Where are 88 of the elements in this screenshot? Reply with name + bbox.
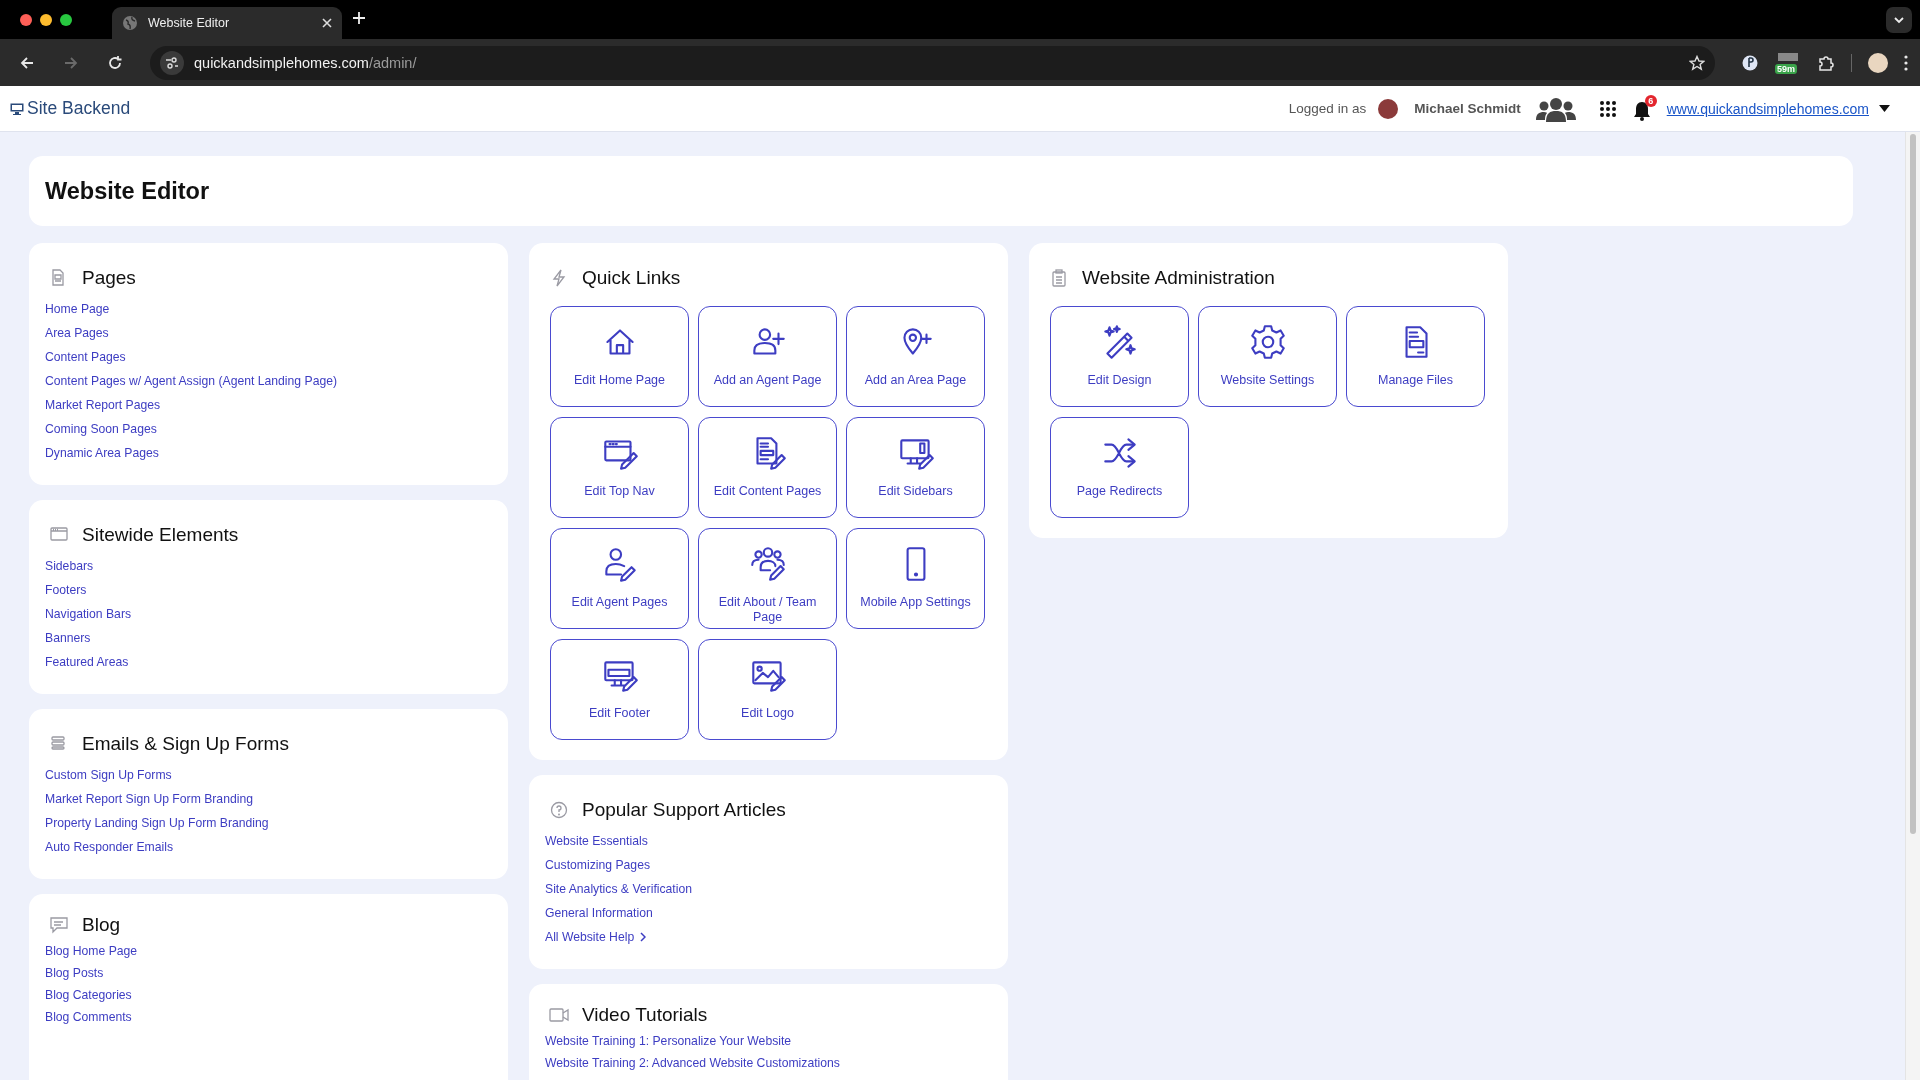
page-link[interactable]: Dynamic Area Pages bbox=[45, 441, 159, 465]
close-window-button[interactable] bbox=[20, 13, 32, 26]
tab-title: Website Editor bbox=[148, 16, 231, 30]
support-article-link[interactable]: Website Essentials bbox=[545, 829, 648, 853]
page-link[interactable]: Coming Soon Pages bbox=[45, 417, 157, 441]
admin-tile[interactable]: Manage Files bbox=[1346, 306, 1485, 407]
url-text: quickandsimplehomes.com/admin/ bbox=[194, 54, 418, 71]
maximize-window-button[interactable] bbox=[60, 13, 72, 26]
page-link[interactable]: Blog Categories bbox=[45, 984, 132, 1006]
quick-link-tile[interactable]: Edit About / Team Page bbox=[698, 528, 837, 629]
page-link[interactable]: Area Pages bbox=[45, 321, 109, 345]
chevron-right-icon bbox=[640, 932, 647, 942]
reload-icon bbox=[107, 54, 123, 71]
quick-link-tile[interactable]: Edit Agent Pages bbox=[550, 528, 689, 629]
page-link[interactable]: Auto Responder Emails bbox=[45, 835, 174, 859]
puzzle-icon[interactable] bbox=[1817, 53, 1835, 72]
bell-icon bbox=[1632, 100, 1651, 121]
page-link[interactable]: Property Landing Sign Up Form Branding bbox=[45, 811, 269, 835]
chevron-down-icon bbox=[1893, 16, 1905, 24]
page-link[interactable]: Footers bbox=[45, 578, 87, 602]
website-link[interactable]: www.quickandsimplehomes.com bbox=[1666, 100, 1890, 117]
support-article-link[interactable]: Site Analytics & Verification bbox=[545, 877, 692, 901]
page-link[interactable]: Banners bbox=[45, 626, 91, 650]
page-link[interactable]: Home Page bbox=[45, 297, 110, 321]
admin-tile[interactable]: Page Redirects bbox=[1050, 417, 1189, 518]
quick-link-tile[interactable]: Edit Top Nav bbox=[550, 417, 689, 518]
page-link[interactable]: Sidebars bbox=[45, 554, 94, 578]
more-options-icon[interactable] bbox=[1904, 54, 1908, 71]
page-link[interactable]: Blog Posts bbox=[45, 962, 104, 984]
quick-link-tile[interactable]: Edit Sidebars bbox=[846, 417, 985, 518]
profile-avatar[interactable] bbox=[1868, 52, 1888, 73]
globe-icon bbox=[122, 15, 138, 31]
users-icon[interactable] bbox=[1534, 95, 1577, 122]
extension-icon[interactable] bbox=[1741, 53, 1759, 72]
forward-arrow-icon bbox=[63, 54, 79, 71]
section-title: Sitewide Elements bbox=[82, 524, 239, 546]
video-tutorial-link[interactable]: Website Training 1: Personalize Your Website bbox=[545, 1030, 792, 1052]
section-title: Emails & Sign Up Forms bbox=[82, 733, 289, 755]
site-backend-link[interactable]: Site Backend bbox=[10, 98, 131, 119]
video-tutorial-link[interactable]: Website Training 2: Advanced Website Customizations bbox=[545, 1052, 840, 1074]
chat-icon bbox=[49, 915, 69, 935]
scrollbar-thumb[interactable] bbox=[1910, 134, 1916, 834]
support-article-link[interactable]: Customizing Pages bbox=[545, 853, 650, 877]
caret-down-icon bbox=[1879, 105, 1890, 112]
page-link[interactable]: Featured Areas bbox=[45, 650, 129, 674]
page-link[interactable]: Market Report Sign Up Form Branding bbox=[45, 787, 253, 811]
admin-tile[interactable]: Website Settings bbox=[1198, 306, 1337, 407]
quick-link-tile[interactable]: Edit Logo bbox=[698, 639, 837, 740]
quick-link-tile[interactable]: Mobile App Settings bbox=[846, 528, 985, 629]
page-link[interactable]: Blog Home Page bbox=[45, 940, 138, 962]
user-avatar bbox=[1378, 98, 1399, 119]
page-link[interactable]: Navigation Bars bbox=[45, 602, 132, 626]
support-article-link[interactable]: General Information bbox=[545, 901, 653, 925]
address-bar[interactable]: quickandsimplehomes.com/admin/ bbox=[150, 45, 1715, 80]
section-title: Video Tutorials bbox=[582, 1004, 708, 1026]
tab-search-button[interactable] bbox=[1886, 7, 1912, 33]
page-title: Website Editor bbox=[45, 177, 210, 205]
back-arrow-icon bbox=[19, 54, 35, 71]
quick-link-tile[interactable]: Add an Agent Page bbox=[698, 306, 837, 407]
page-link[interactable]: Market Report Pages bbox=[45, 393, 161, 417]
section-title: Quick Links bbox=[582, 267, 681, 289]
admin-tile[interactable]: Edit Design bbox=[1050, 306, 1189, 407]
user-name: Michael Schmidt bbox=[1414, 101, 1521, 116]
question-icon bbox=[549, 800, 569, 820]
page-link[interactable]: Content Pages bbox=[45, 345, 126, 369]
section-title: Pages bbox=[82, 267, 136, 289]
quick-link-tile[interactable]: Edit Footer bbox=[550, 639, 689, 740]
section-title: Blog bbox=[82, 914, 121, 936]
monitor-icon bbox=[10, 102, 24, 115]
section-title: Popular Support Articles bbox=[582, 799, 786, 821]
logged-in-label: Logged in as bbox=[1288, 101, 1367, 116]
apps-grid-icon[interactable] bbox=[1598, 99, 1617, 118]
page-link[interactable]: Blog Comments bbox=[45, 1006, 132, 1028]
quick-link-tile[interactable]: Add an Area Page bbox=[846, 306, 985, 407]
bookmark-star-icon[interactable] bbox=[1689, 54, 1705, 71]
video-camera-icon bbox=[549, 1005, 569, 1025]
section-title: Website Administration bbox=[1082, 267, 1275, 289]
notification-badge: 6 bbox=[1644, 94, 1657, 107]
browser-tab[interactable]: Website Editor bbox=[112, 7, 342, 39]
page-link[interactable]: Custom Sign Up Forms bbox=[45, 763, 172, 787]
quick-link-tile[interactable]: Edit Content Pages bbox=[698, 417, 837, 518]
notifications-button[interactable]: 6 bbox=[1630, 94, 1657, 123]
support-article-link[interactable]: All Website Help bbox=[545, 925, 647, 949]
clipboard-icon bbox=[1049, 268, 1069, 288]
minimize-window-button[interactable] bbox=[40, 13, 52, 26]
site-info-icon[interactable] bbox=[160, 50, 184, 75]
quick-link-tile[interactable]: Edit Home Page bbox=[550, 306, 689, 407]
page-link[interactable]: Content Pages w/ Agent Assign (Agent Landing Page) bbox=[45, 369, 338, 393]
